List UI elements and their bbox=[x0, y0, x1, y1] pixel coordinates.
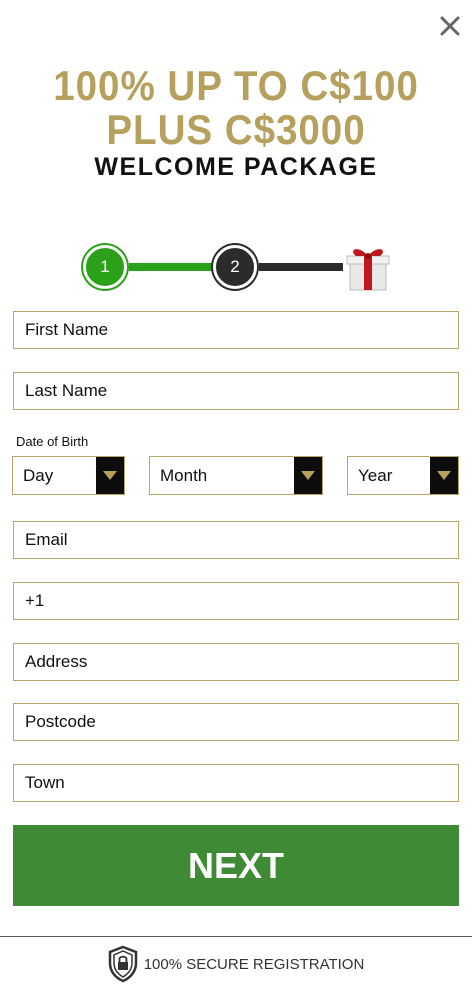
shield-lock-icon bbox=[108, 945, 138, 983]
promo-headline-2: PLUS C$3000 bbox=[106, 106, 366, 153]
dob-day-value: Day bbox=[23, 465, 54, 485]
progress-bar-pending bbox=[259, 263, 343, 271]
secure-registration-notice: 100% SECURE REGISTRATION bbox=[0, 942, 472, 986]
first-name-field[interactable]: First Name bbox=[13, 311, 459, 349]
chevron-down-icon[interactable] bbox=[294, 457, 322, 494]
gift-icon bbox=[344, 242, 392, 292]
promo-headline-1: 100% UP TO C$100 bbox=[53, 62, 419, 109]
town-field[interactable]: Town bbox=[13, 764, 459, 802]
dob-month-value: Month bbox=[160, 465, 208, 485]
registration-stepper: 1 2 bbox=[80, 242, 400, 294]
promo-subheadline: WELCOME PACKAGE bbox=[94, 153, 378, 181]
promo-banner: 100% UP TO C$100 PLUS C$3000 WELCOME PAC… bbox=[0, 64, 472, 182]
dob-label: Date of Birth bbox=[16, 434, 89, 449]
dob-month-select[interactable]: Month bbox=[149, 456, 323, 495]
chevron-down-icon[interactable] bbox=[96, 457, 124, 494]
step-2-indicator: 2 bbox=[213, 245, 257, 289]
progress-bar-complete bbox=[129, 263, 213, 271]
postcode-field[interactable]: Postcode bbox=[13, 703, 459, 741]
step-1-indicator: 1 bbox=[83, 245, 127, 289]
phone-field[interactable]: +1 bbox=[13, 582, 459, 620]
secure-registration-text: 100% SECURE REGISTRATION bbox=[143, 955, 365, 973]
email-field[interactable]: Email bbox=[13, 521, 459, 559]
footer-divider bbox=[0, 936, 472, 937]
chevron-down-icon[interactable] bbox=[430, 457, 458, 494]
dob-year-select[interactable]: Year bbox=[347, 456, 459, 495]
next-button[interactable]: NEXT bbox=[13, 825, 459, 906]
last-name-field[interactable]: Last Name bbox=[13, 372, 459, 410]
close-icon[interactable] bbox=[436, 12, 464, 40]
dob-day-select[interactable]: Day bbox=[12, 456, 125, 495]
address-field[interactable]: Address bbox=[13, 643, 459, 681]
dob-year-value: Year bbox=[358, 465, 393, 485]
